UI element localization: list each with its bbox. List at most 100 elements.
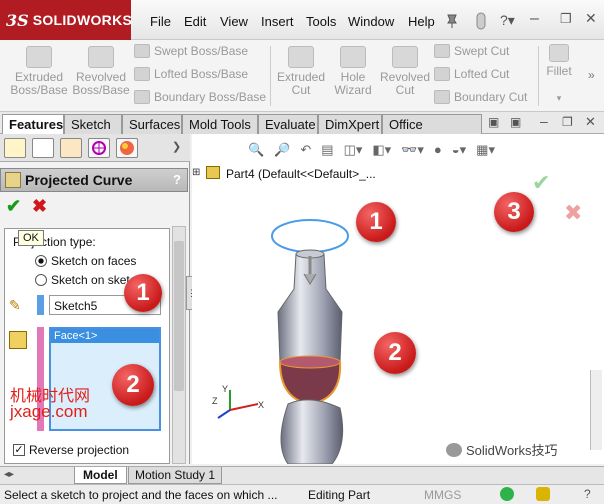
menu-view[interactable]: View: [220, 14, 248, 29]
display-style-icon[interactable]: ◧▾: [372, 142, 391, 158]
part-tree-item[interactable]: Part4 (Default<<Default>_...: [226, 167, 376, 181]
tree-expand-icon[interactable]: ⊞: [192, 167, 200, 178]
close-icon[interactable]: ✕: [585, 10, 597, 27]
panel-scrollbar[interactable]: [172, 226, 186, 464]
graphics-area[interactable]: 🔍 🔎 ↶ ▤ ◫▾ ◧▾ 👓▾ ● ◒▾ ▦▾ ⊞ Part4 (Defaul…: [192, 134, 604, 464]
tile-icon-2[interactable]: ▣: [510, 115, 521, 129]
extruded-cut-label: Extruded Cut: [276, 70, 326, 97]
face-selection-icon: [9, 331, 27, 349]
swept-cut-label: Swept Cut: [454, 44, 510, 58]
lofted-boss-button[interactable]: Lofted Boss/Base: [134, 67, 248, 81]
reverse-projection-checkbox[interactable]: ✓ Reverse projection: [13, 443, 129, 457]
hide-show-icon[interactable]: 👓▾: [401, 142, 424, 158]
section-view-icon[interactable]: ▤: [321, 142, 333, 158]
confirm-check-icon[interactable]: ✔: [532, 170, 550, 196]
tab-evaluate[interactable]: Evaluate: [258, 114, 318, 134]
boundary-boss-button[interactable]: Boundary Boss/Base: [134, 90, 266, 104]
menu-tools[interactable]: Tools: [306, 14, 336, 29]
loft-icon: [134, 67, 150, 81]
swept-boss-label: Swept Boss/Base: [154, 44, 249, 58]
configuration-manager-icon[interactable]: [60, 138, 82, 158]
menu-help[interactable]: Help: [408, 14, 435, 29]
radio-sketch-on-faces[interactable]: Sketch on faces: [35, 254, 136, 268]
tab-mold-tools[interactable]: Mold Tools: [182, 114, 258, 134]
fillet-button[interactable]: Fillet ▾: [542, 44, 576, 105]
revolved-boss-label: Revolved Boss/Base: [72, 70, 130, 97]
ok-check-icon[interactable]: ✔: [6, 196, 21, 217]
tab-sketch[interactable]: Sketch: [64, 114, 122, 134]
boundary-icon: [134, 90, 150, 104]
pin-icon[interactable]: [445, 13, 459, 29]
revolved-cut-icon: [392, 46, 418, 68]
status-units[interactable]: MMGS: [424, 488, 461, 502]
extruded-boss-label: Extruded Boss/Base: [10, 70, 68, 97]
fillet-dropdown-icon[interactable]: ▾: [542, 92, 576, 105]
help-status-icon[interactable]: ?: [584, 487, 591, 501]
menu-edit[interactable]: Edit: [184, 14, 206, 29]
scene-icon[interactable]: ◒▾: [452, 142, 466, 158]
fillet-label: Fillet: [546, 64, 572, 78]
tab-surfaces[interactable]: Surfaces: [122, 114, 182, 134]
status-mode: Editing Part: [308, 488, 371, 502]
panel-expand-icon[interactable]: ❯: [172, 140, 181, 153]
swept-cut-button[interactable]: Swept Cut: [434, 44, 509, 58]
scrollbar-thumb[interactable]: [174, 241, 184, 391]
confirm-cancel-icon[interactable]: ✖: [564, 200, 582, 226]
tab-model[interactable]: Model: [74, 467, 127, 484]
cancel-x-icon[interactable]: ✖: [32, 196, 47, 217]
bottom-tabs: ◂▸ Model Motion Study 1: [0, 466, 604, 484]
lofted-cut-button[interactable]: Lofted Cut: [434, 67, 509, 81]
extruded-cut-button[interactable]: Extruded Cut: [274, 46, 328, 97]
menu-insert[interactable]: Insert: [261, 14, 294, 29]
doc-restore-icon[interactable]: ❐: [562, 115, 573, 129]
tab-features[interactable]: Features: [2, 114, 64, 135]
face-item[interactable]: Face<1>: [51, 329, 159, 343]
restore-icon[interactable]: ❐: [560, 11, 572, 27]
view-orientation-icon[interactable]: ◫▾: [344, 142, 363, 158]
zoom-fit-icon[interactable]: 🔍: [248, 142, 264, 158]
swept-boss-button[interactable]: Swept Boss/Base: [134, 44, 248, 58]
revolved-cut-button[interactable]: Revolved Cut: [378, 46, 432, 97]
wechat-icon: [446, 442, 462, 457]
dimxpert-manager-icon[interactable]: [88, 138, 110, 158]
property-manager-icon[interactable]: [32, 138, 54, 158]
tile-icon[interactable]: ▣: [488, 115, 499, 129]
menu-file[interactable]: File: [150, 14, 171, 29]
help-icon[interactable]: ?: [173, 172, 181, 187]
feature-manager-icon[interactable]: [4, 138, 26, 158]
menu-window[interactable]: Window: [348, 14, 394, 29]
solidworks-logo[interactable]: 3S SOLIDWORKS: [0, 0, 132, 40]
boundary-cut-button[interactable]: Boundary Cut: [434, 90, 527, 104]
tab-office-products[interactable]: Office Products: [382, 114, 482, 147]
projection-sketch-circle[interactable]: [271, 219, 349, 253]
wechat-text: SolidWorks技巧: [466, 443, 558, 458]
appearance-icon[interactable]: ●: [434, 142, 442, 158]
wechat-status-icon: [500, 487, 514, 501]
tab-dimxpert[interactable]: DimXpert: [318, 114, 382, 134]
tab-motion-study[interactable]: Motion Study 1: [128, 467, 223, 484]
view-settings-icon[interactable]: ▦▾: [476, 142, 495, 158]
display-manager-icon[interactable]: [116, 138, 138, 158]
help-question-icon[interactable]: ?▾: [500, 12, 515, 29]
traffic-light-icon[interactable]: [475, 12, 487, 30]
axis-y-label: Y: [222, 384, 229, 394]
command-tabs: Features Sketch Surfaces Mold Tools Eval…: [0, 112, 604, 147]
lofted-cut-icon: [434, 67, 450, 81]
revolved-boss-button[interactable]: Revolved Boss/Base: [72, 46, 130, 97]
previous-view-icon[interactable]: ↶: [300, 142, 311, 158]
lofted-boss-label: Lofted Boss/Base: [154, 67, 249, 81]
minimize-icon[interactable]: –: [530, 10, 539, 28]
ribbon-expand-icon[interactable]: »: [588, 68, 595, 82]
callout-2-view: 2: [374, 332, 416, 374]
doc-close-icon[interactable]: ✕: [585, 114, 596, 130]
extruded-boss-button[interactable]: Extruded Boss/Base: [10, 46, 68, 97]
tab-scroll-arrows[interactable]: ◂▸: [4, 469, 14, 480]
tag-icon[interactable]: [536, 487, 550, 501]
doc-minimize-icon[interactable]: –: [540, 113, 548, 129]
lofted-cut-label: Lofted Cut: [454, 67, 510, 81]
zoom-area-icon[interactable]: 🔎: [274, 142, 290, 158]
boundary-cut-icon: [434, 90, 450, 104]
projected-curve-icon: [5, 172, 21, 188]
hole-wizard-button[interactable]: Hole Wizard: [328, 46, 378, 97]
view-scrollbar[interactable]: [590, 370, 602, 450]
